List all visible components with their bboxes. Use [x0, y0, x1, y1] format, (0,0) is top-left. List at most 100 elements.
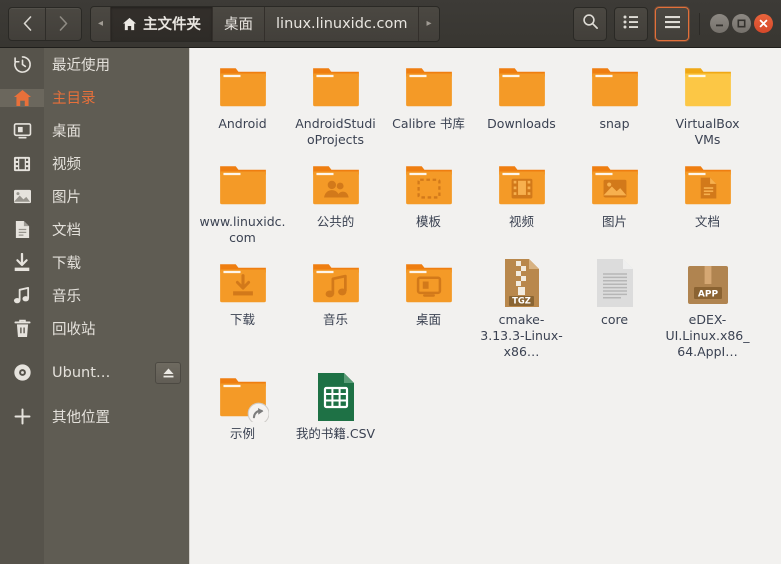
sidebar-item-label: 图片	[52, 190, 81, 206]
window-controls	[710, 14, 773, 33]
sidebar-item-6[interactable]: 下载	[0, 246, 189, 279]
file-item[interactable]: 模板	[382, 152, 475, 250]
sidebar-item-label: 下载	[52, 256, 81, 272]
sidebar-item-label: 视频	[52, 157, 81, 173]
path-breadcrumb-bar: ◂ 主文件夹 桌面 linux.linuxidc.com ▸	[90, 5, 440, 42]
eject-button[interactable]	[155, 361, 181, 384]
folder-icon	[494, 60, 550, 112]
document-icon	[0, 220, 44, 239]
svg-text:TGZ: TGZ	[512, 296, 531, 306]
home-icon	[122, 17, 137, 31]
view-options-button[interactable]	[614, 6, 648, 41]
breadcrumb-label: linux.linuxidc.com	[276, 15, 408, 32]
file-label: VirtualBox VMs	[675, 116, 740, 147]
sidebar-item-10[interactable]: 其他位置	[0, 400, 189, 433]
sidebar-item-5[interactable]: 文档	[0, 213, 189, 246]
sidebar-item-label: 主目录	[52, 91, 96, 107]
folder-icon	[215, 370, 271, 422]
svg-text:APP: APP	[697, 289, 718, 299]
search-button[interactable]	[573, 6, 607, 41]
file-item[interactable]: core	[568, 250, 661, 364]
hamburger-menu-icon	[664, 14, 681, 33]
sidebar-item-2[interactable]: 桌面	[0, 114, 189, 147]
file-item[interactable]: Calibre 书库	[382, 54, 475, 152]
file-label: cmake-3.13.3-Linux-x86…	[480, 312, 563, 359]
clock-icon	[0, 55, 44, 74]
file-item[interactable]: TGZ cmake-3.13.3-Linux-x86…	[475, 250, 568, 364]
sidebar-item-8[interactable]: 回收站	[0, 312, 189, 345]
sidebar-item-7[interactable]: 音乐	[0, 279, 189, 312]
trash-icon	[0, 319, 44, 338]
download-icon	[0, 253, 44, 272]
appimage-icon: APP	[680, 256, 736, 308]
breadcrumb-overflow-left[interactable]: ◂	[91, 6, 112, 41]
file-item[interactable]: www.linuxidc.com	[196, 152, 289, 250]
sidebar-item-4[interactable]: 图片	[0, 180, 189, 213]
file-item[interactable]: 我的书籍.CSV	[289, 364, 382, 446]
sidebar-item-label: 回收站	[52, 322, 96, 338]
sidebar-item-label: Ubunt…	[52, 364, 111, 381]
file-label: core	[600, 312, 629, 327]
file-manager-window: ◂ 主文件夹 桌面 linux.linuxidc.com ▸ 最近使用 主目录 …	[0, 0, 781, 564]
sidebar-list: 最近使用主目录桌面视频图片文档下载音乐回收站 Ubunt… 其他位置	[0, 48, 189, 564]
file-label: 示例	[229, 426, 255, 441]
file-label: Android	[218, 116, 267, 131]
breadcrumb-label: 桌面	[224, 17, 254, 33]
folder-icon	[308, 60, 364, 112]
forward-button[interactable]	[45, 7, 81, 40]
file-item[interactable]: 示例	[196, 364, 289, 446]
window-body: 最近使用 主目录 桌面 视频 图片 文档 下载 音乐 回收站 Ubunt… 其他位置 Android…	[0, 48, 781, 564]
sidebar-item-0[interactable]: 最近使用	[0, 48, 189, 81]
file-item[interactable]: 视频	[475, 152, 568, 250]
main-menu-button[interactable]	[655, 6, 689, 41]
close-button[interactable]	[754, 14, 773, 33]
file-item[interactable]: 桌面	[382, 250, 475, 364]
disc-icon	[0, 363, 44, 382]
sidebar-item-9[interactable]: Ubunt…	[0, 356, 189, 389]
file-item[interactable]: Downloads	[475, 54, 568, 152]
file-item[interactable]: 文档	[661, 152, 754, 250]
file-label: AndroidStudioProjects	[295, 116, 376, 147]
file-item[interactable]: Android	[196, 54, 289, 152]
file-item[interactable]: snap	[568, 54, 661, 152]
list-view-icon	[623, 14, 639, 33]
file-label: 文档	[694, 214, 720, 229]
file-label: snap	[599, 116, 630, 131]
folder-icon	[587, 60, 643, 112]
sidebar-item-1[interactable]: 主目录	[0, 81, 189, 114]
folder-icon	[308, 158, 364, 210]
image-icon	[0, 188, 44, 205]
file-label: Downloads	[487, 116, 556, 131]
plus-icon	[0, 408, 44, 425]
file-label: eDEX-UI.Linux.x86_64.AppI…	[665, 312, 750, 359]
desktop-icon	[0, 122, 44, 140]
file-item[interactable]: 图片	[568, 152, 661, 250]
file-item[interactable]: 音乐	[289, 250, 382, 364]
file-label: www.linuxidc.com	[199, 214, 286, 245]
file-item[interactable]: 公共的	[289, 152, 382, 250]
back-button[interactable]	[9, 8, 45, 40]
breadcrumb-label: 主文件夹	[143, 17, 202, 33]
breadcrumb-item-linuxidc[interactable]: linux.linuxidc.com	[265, 6, 420, 41]
folder-icon	[494, 158, 550, 210]
breadcrumb-overflow-right[interactable]: ▸	[419, 7, 438, 41]
header-bar: ◂ 主文件夹 桌面 linux.linuxidc.com ▸	[0, 0, 781, 48]
file-item[interactable]: 下载	[196, 250, 289, 364]
file-label: 音乐	[322, 312, 348, 327]
file-icon-grid: Android AndroidStudioProjects Calibre 书库 Do…	[190, 48, 781, 446]
file-label: 下载	[229, 312, 255, 327]
folder-icon	[215, 60, 271, 112]
maximize-button[interactable]	[732, 14, 751, 33]
film-icon	[0, 155, 44, 173]
minimize-button[interactable]	[710, 14, 729, 33]
breadcrumb-item-desktop[interactable]: 桌面	[213, 6, 266, 41]
file-label: 公共的	[316, 214, 355, 229]
file-item[interactable]: APP eDEX-UI.Linux.x86_64.AppI…	[661, 250, 754, 364]
file-item[interactable]: VirtualBox VMs	[661, 54, 754, 152]
folder-icon	[215, 158, 271, 210]
file-view[interactable]: Android AndroidStudioProjects Calibre 书库 Do…	[190, 48, 781, 564]
file-item[interactable]: AndroidStudioProjects	[289, 54, 382, 152]
sidebar-item-3[interactable]: 视频	[0, 147, 189, 180]
header-left-group: ◂ 主文件夹 桌面 linux.linuxidc.com ▸	[8, 5, 440, 42]
breadcrumb-item-home[interactable]: 主文件夹	[111, 6, 214, 41]
